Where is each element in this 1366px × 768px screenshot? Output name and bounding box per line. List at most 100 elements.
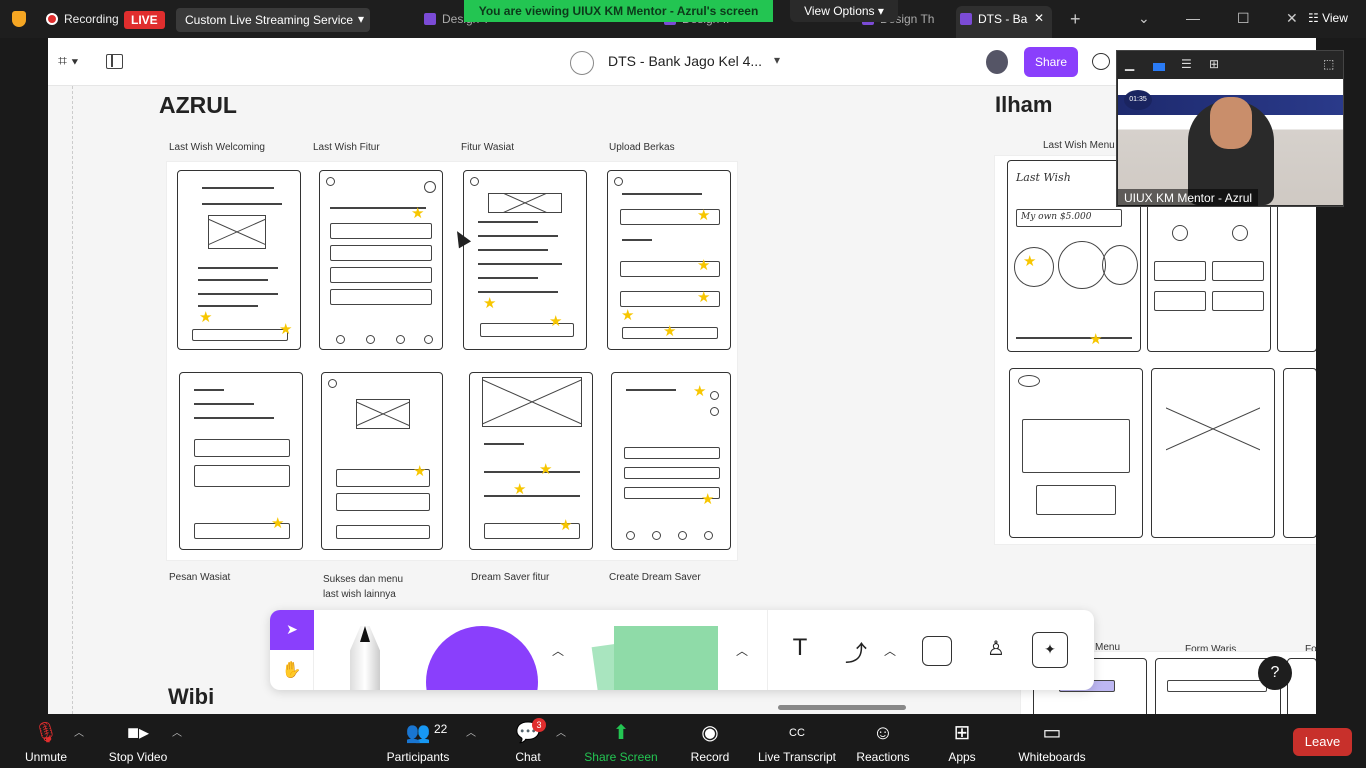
participant-count: 22 bbox=[434, 722, 448, 736]
apps-button[interactable]: ⊞ Apps bbox=[944, 716, 980, 764]
star-vote-icon: ★ bbox=[513, 481, 527, 498]
close-window-icon[interactable]: ✕ bbox=[1286, 10, 1298, 27]
live-transcript-button[interactable]: CC Live Transcript bbox=[756, 716, 838, 764]
chevron-up-icon[interactable]: ︿ bbox=[556, 724, 566, 739]
text-tool-icon[interactable]: T bbox=[782, 632, 818, 668]
ilham-sketch-image[interactable]: Last Wish My own $5.000 ★ ★ bbox=[995, 156, 1316, 544]
connector-tool-icon[interactable]: ⤴ bbox=[838, 632, 874, 668]
wireframe-phone bbox=[469, 372, 593, 550]
figjam-tool-dock: ➤ ✋ ︿ ︿ T ⤴ ︿ ♙ ✦ bbox=[270, 610, 1094, 690]
maximize-icon[interactable]: ☐ bbox=[1237, 10, 1250, 27]
wireframe-phone bbox=[463, 170, 587, 350]
chevron-up-icon[interactable]: ︿ bbox=[552, 642, 564, 659]
shield-icon[interactable] bbox=[12, 11, 26, 27]
share-screen-button[interactable]: ⬆ Share Screen bbox=[584, 716, 658, 764]
sketch-label: Last Wish Welcoming bbox=[169, 142, 265, 153]
star-vote-icon: ★ bbox=[697, 289, 711, 306]
video-timer: 01:35 bbox=[1124, 90, 1152, 110]
star-vote-icon: ★ bbox=[549, 313, 563, 330]
chevron-down-icon[interactable]: ⌄ bbox=[1138, 10, 1150, 27]
share-button[interactable]: Share bbox=[1024, 47, 1078, 77]
wireframe-sketch-image[interactable]: ★ ★ ★ ★ ★ ★ ★ ★ ★ ★ ★ ★ ★ ★ ★ ★ ★ bbox=[167, 162, 737, 560]
shape-tool-icon[interactable] bbox=[426, 626, 538, 690]
cc-icon: CC bbox=[789, 727, 805, 739]
section-heading-wibi: Wibi bbox=[168, 684, 215, 709]
stop-video-button[interactable]: ■▸ Stop Video bbox=[106, 716, 170, 764]
strip-view-icon[interactable]: ☰ bbox=[1181, 57, 1192, 71]
chevron-up-icon[interactable]: ︿ bbox=[736, 642, 748, 659]
browser-tab-active[interactable]: DTS - Ba ✕ bbox=[956, 6, 1052, 38]
stream-service-dropdown[interactable]: Custom Live Streaming Service ▾ bbox=[176, 8, 370, 32]
minimize-video-icon[interactable]: ▁ bbox=[1125, 57, 1134, 71]
chevron-up-icon[interactable]: ︿ bbox=[74, 724, 84, 739]
sketch-label: Dream Saver fitur bbox=[471, 572, 550, 583]
sketch-label: Fitur Wasiat bbox=[461, 142, 514, 153]
help-icon[interactable]: ? bbox=[1258, 656, 1292, 690]
star-vote-icon: ★ bbox=[483, 295, 497, 312]
figma-menu-icon[interactable]: ⌗ ▾ bbox=[58, 53, 78, 71]
sticky-note-tool-icon[interactable] bbox=[614, 626, 718, 690]
widgets-tool-icon[interactable]: ✦ bbox=[1032, 632, 1068, 668]
section-tool-icon[interactable] bbox=[922, 636, 952, 666]
star-vote-icon: ★ bbox=[621, 307, 635, 324]
record-button[interactable]: ◉ Record bbox=[688, 716, 732, 764]
sketch-label: Last Wish Fitur bbox=[313, 142, 380, 153]
chat-unread-badge: 3 bbox=[532, 718, 546, 732]
participant-video-feed: 01:35 bbox=[1118, 79, 1343, 205]
whiteboards-button[interactable]: ▭ Whiteboards bbox=[1016, 716, 1088, 764]
layout-icon[interactable] bbox=[106, 54, 123, 69]
share-screen-icon: ⬆ bbox=[612, 722, 630, 744]
view-button[interactable]: ☷ View bbox=[1308, 11, 1348, 25]
recording-label: Recording bbox=[64, 12, 119, 26]
apps-icon: ⊞ bbox=[953, 722, 971, 744]
zoom-window: Recording LIVE Custom Live Streaming Ser… bbox=[0, 0, 1366, 768]
stamp-tool-icon[interactable]: ♙ bbox=[978, 632, 1014, 668]
wireframe-phone bbox=[321, 372, 443, 550]
close-icon[interactable]: ✕ bbox=[1034, 11, 1044, 25]
select-tool-icon[interactable]: ➤ bbox=[270, 610, 314, 650]
reactions-button[interactable]: ☺ Reactions bbox=[856, 716, 910, 764]
horizontal-scrollbar[interactable] bbox=[778, 705, 906, 710]
video-tile-controls: ▁ ☰ ⊞ ⬚ bbox=[1117, 51, 1343, 79]
chevron-up-icon[interactable]: ︿ bbox=[172, 724, 182, 739]
collaborator-avatar[interactable] bbox=[986, 50, 1008, 74]
apps-label: Apps bbox=[948, 750, 976, 764]
video-tile[interactable]: ▁ ☰ ⊞ ⬚ 01:35 UIUX KM Mentor - Azrul bbox=[1116, 50, 1344, 207]
chevron-down-icon: ▾ bbox=[357, 12, 364, 26]
live-transcript-label: Live Transcript bbox=[757, 750, 837, 764]
unmute-button[interactable]: 🎙︎ Unmute bbox=[22, 716, 70, 764]
recording-indicator[interactable]: Recording bbox=[46, 12, 119, 26]
chat-label: Chat bbox=[515, 750, 541, 764]
sketch-amount: My own $5.000 bbox=[1016, 209, 1122, 227]
minimize-icon[interactable]: — bbox=[1186, 10, 1200, 26]
sketch-label: Create Dream Saver bbox=[609, 572, 701, 583]
speaker-view-icon[interactable] bbox=[1153, 63, 1165, 71]
figma-tab-icon bbox=[960, 13, 972, 25]
comment-icon[interactable] bbox=[1092, 53, 1110, 70]
chevron-down-icon[interactable]: ▾ bbox=[774, 53, 780, 67]
pop-out-icon[interactable]: ⬚ bbox=[1323, 57, 1334, 71]
sketch-label: Sukses dan menu last wish lainnya bbox=[323, 574, 404, 600]
star-vote-icon: ★ bbox=[1089, 331, 1103, 348]
participant-name: UIUX KM Mentor - Azrul bbox=[1118, 189, 1259, 206]
star-vote-icon: ★ bbox=[697, 257, 711, 274]
hand-tool-icon[interactable]: ✋ bbox=[270, 650, 314, 690]
whiteboard-icon: ▭ bbox=[1042, 722, 1062, 744]
muted-mic-icon: 🎙︎ bbox=[33, 722, 59, 744]
reactions-icon: ☺ bbox=[872, 722, 894, 744]
view-label: View bbox=[1322, 11, 1348, 25]
view-options-button[interactable]: View Options ▾ bbox=[790, 0, 898, 22]
wireframe-phone bbox=[1009, 368, 1143, 538]
star-vote-icon: ★ bbox=[697, 207, 711, 224]
gallery-view-icon[interactable]: ⊞ bbox=[1209, 57, 1219, 71]
chevron-up-icon[interactable]: ︿ bbox=[884, 642, 896, 659]
figma-tab-icon bbox=[424, 13, 436, 25]
chevron-up-icon[interactable]: ︿ bbox=[466, 724, 476, 739]
meeting-controls: 🎙︎ Unmute ︿ ■▸ Stop Video ︿ 👥 Participan… bbox=[0, 714, 1366, 768]
new-tab-icon[interactable]: + bbox=[1070, 9, 1081, 30]
leave-button[interactable]: Leave bbox=[1293, 728, 1352, 756]
section-heading-azrul: AZRUL bbox=[159, 92, 237, 118]
star-vote-icon: ★ bbox=[559, 517, 573, 534]
live-badge[interactable]: LIVE bbox=[124, 11, 165, 29]
file-title[interactable]: DTS - Bank Jago Kel 4... bbox=[608, 53, 762, 69]
